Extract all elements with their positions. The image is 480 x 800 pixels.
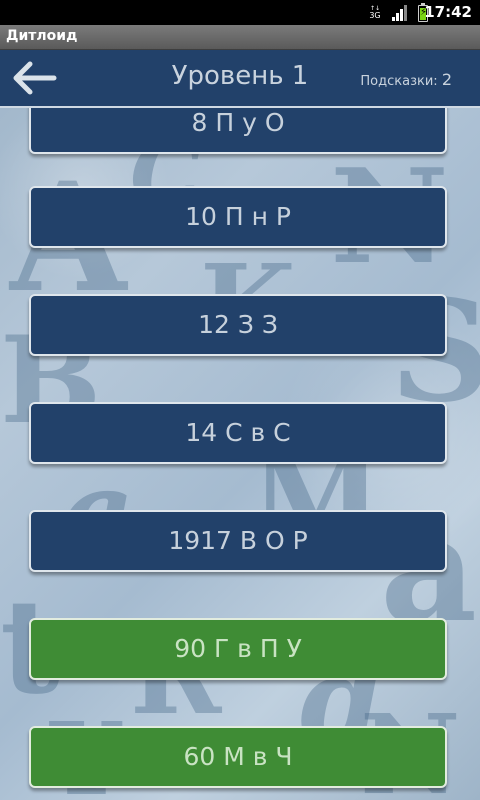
puzzle-text: 12 З З bbox=[198, 310, 278, 339]
level-header: Уровень 1 Подсказки: 2 bbox=[0, 50, 480, 108]
network-type-icon: ↑↓ 3G bbox=[369, 5, 381, 20]
app-title: Дитлоид bbox=[6, 28, 78, 44]
puzzle-item-solved[interactable]: 60 М в Ч bbox=[29, 726, 447, 788]
hints-label: Подсказки: bbox=[360, 74, 438, 89]
status-time: 17:42 bbox=[424, 3, 472, 21]
puzzle-text: 10 П н Р bbox=[185, 202, 291, 231]
puzzle-item[interactable]: 12 З З bbox=[29, 294, 447, 356]
puzzle-text: 14 С в С bbox=[185, 418, 291, 447]
signal-strength-icon bbox=[392, 5, 408, 21]
puzzle-item[interactable]: 14 С в С bbox=[29, 402, 447, 464]
puzzle-text: 90 Г в П У bbox=[174, 634, 302, 663]
puzzle-item-solved[interactable]: 90 Г в П У bbox=[29, 618, 447, 680]
level-screen: A C N B K S g M a t R d Y N 8 П у О 10 П… bbox=[0, 50, 480, 800]
status-bar: ↑↓ 3G ⚡ 17:42 bbox=[0, 0, 480, 25]
hints-counter: Подсказки: 2 bbox=[360, 70, 452, 89]
puzzle-item[interactable]: 1917 В О Р bbox=[29, 510, 447, 572]
app-title-bar: Дитлоид bbox=[0, 25, 480, 50]
puzzle-text: 60 М в Ч bbox=[183, 742, 293, 771]
hints-count: 2 bbox=[441, 70, 452, 89]
puzzle-text: 1917 В О Р bbox=[168, 526, 308, 555]
puzzle-item[interactable]: 10 П н Р bbox=[29, 186, 447, 248]
status-icons: ↑↓ 3G ⚡ bbox=[368, 2, 428, 22]
network-type-label: 3G bbox=[369, 11, 381, 20]
puzzle-text: 8 П у О bbox=[191, 108, 285, 137]
